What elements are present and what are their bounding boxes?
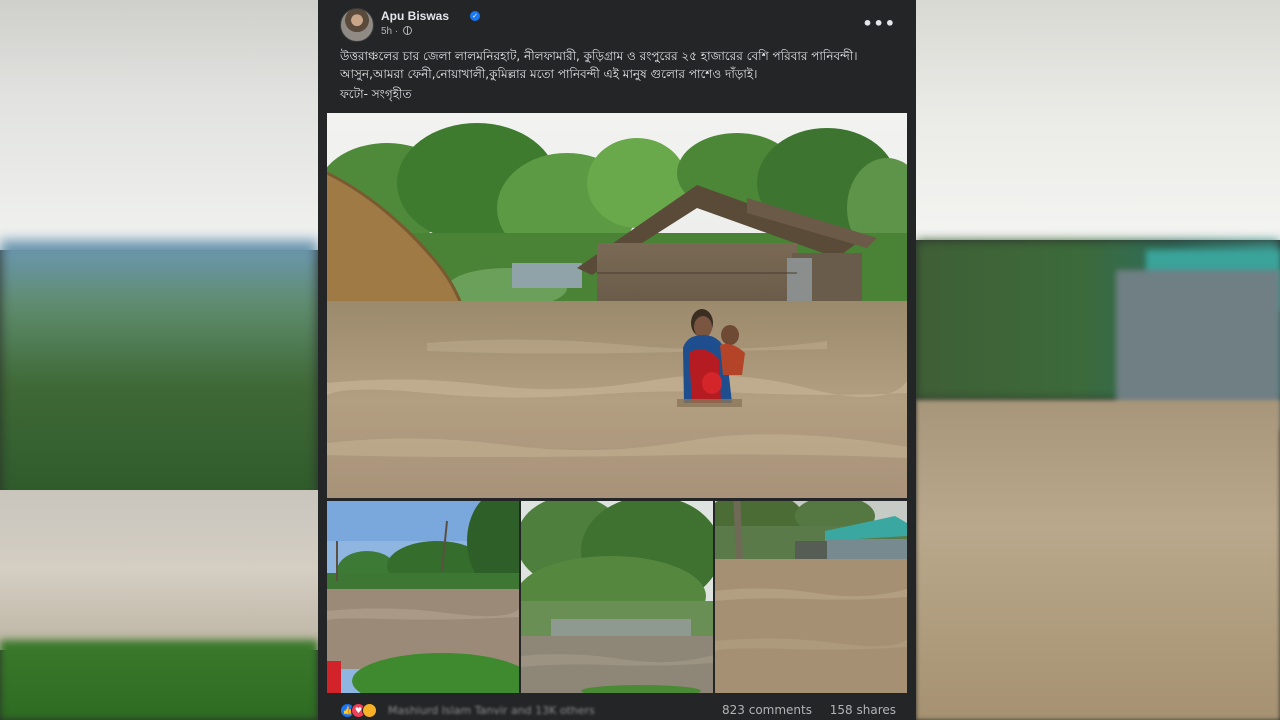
shares-count[interactable]: 158 shares — [830, 703, 896, 717]
caption-line-2: আসুন,আমরা ফেনী,নোয়াখালী,কুমিল্লার মতো প… — [340, 67, 758, 81]
reaction-summary[interactable]: 👍 ♥ — [340, 703, 386, 719]
photo-credit: ফটো- সংগৃহীত — [340, 87, 412, 101]
caption-line-1: উত্তরাঞ্চলের চার জেলা লালমনিরহাট, নীলফাম… — [340, 49, 858, 63]
blurred-background-left — [0, 0, 318, 720]
comments-count[interactable]: 823 comments — [722, 703, 812, 717]
post-timestamp[interactable]: 5h · — [381, 26, 413, 37]
author-name[interactable]: Apu Biswas — [381, 9, 449, 23]
post-header: Apu Biswas ✓ 5h · ••• — [340, 8, 900, 42]
care-reaction-icon — [362, 703, 377, 718]
author-avatar[interactable] — [340, 8, 374, 42]
globe-icon — [403, 26, 413, 35]
post-photo-thumb-2[interactable] — [521, 501, 713, 693]
reaction-names[interactable]: Mashiurd Islam Tanvir and 13K others — [388, 704, 595, 717]
post-time: 5h — [381, 26, 393, 37]
verified-badge-icon: ✓ — [470, 11, 480, 21]
post-footer: 👍 ♥ Mashiurd Islam Tanvir and 13K others… — [340, 700, 900, 720]
facebook-post: Apu Biswas ✓ 5h · ••• উত্তরাঞ্চলের চার জ… — [318, 0, 916, 720]
post-caption: উত্তরাঞ্চলের চার জেলা লালমনিরহাট, নীলফাম… — [340, 47, 900, 83]
post-photo-thumb-1[interactable] — [327, 501, 519, 693]
blurred-background-right — [916, 0, 1280, 720]
more-options-icon[interactable]: ••• — [862, 14, 896, 33]
post-photo-main[interactable] — [327, 113, 907, 498]
post-photo-thumb-3[interactable] — [715, 501, 907, 693]
